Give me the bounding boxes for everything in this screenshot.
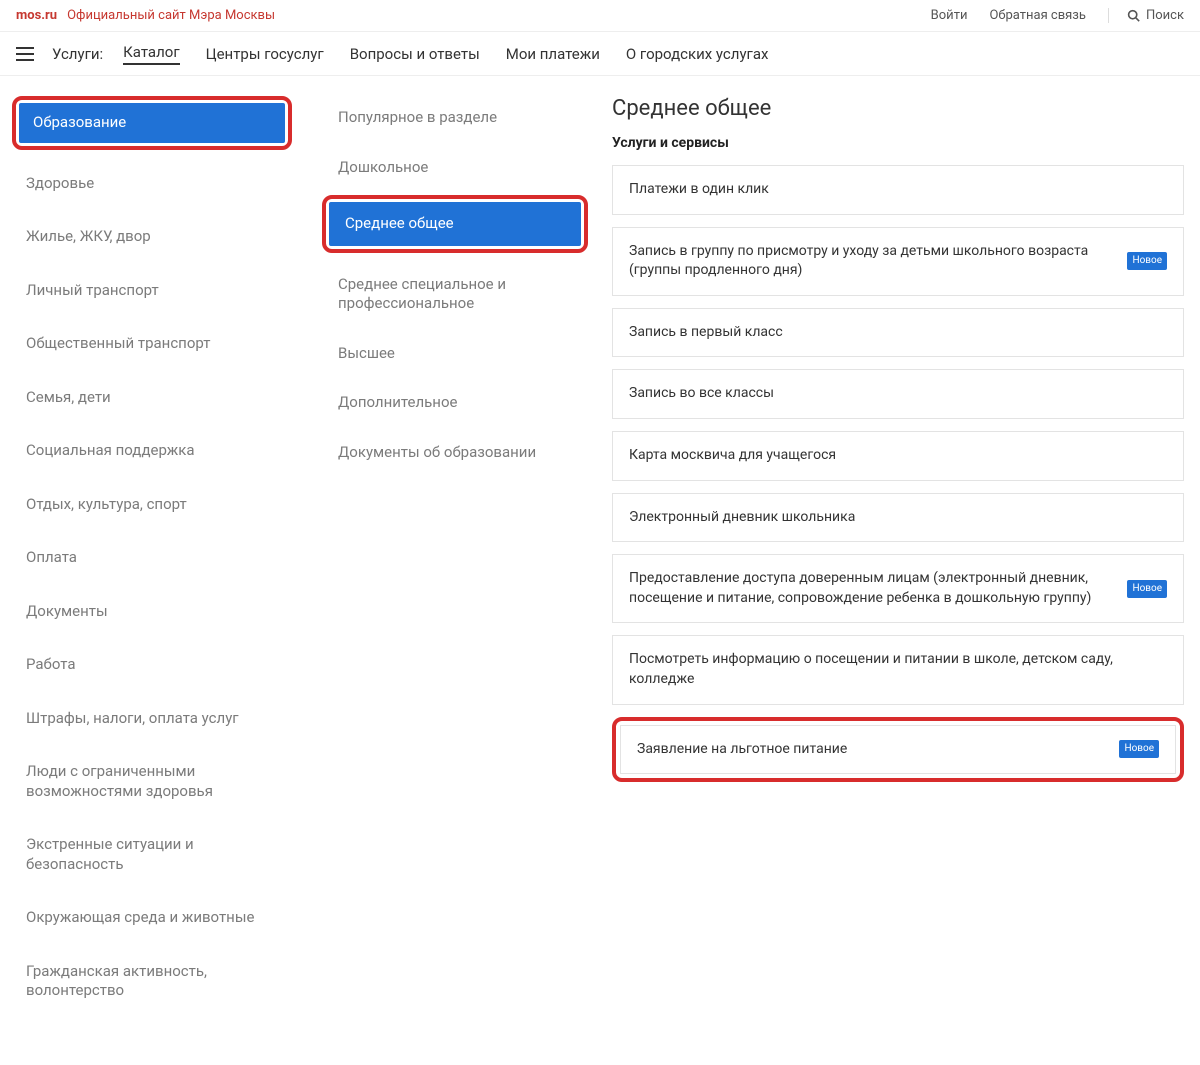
category-item[interactable]: Окружающая среда и животные bbox=[12, 898, 292, 938]
nav-about[interactable]: О городских услугах bbox=[626, 45, 769, 63]
category-item[interactable]: Социальная поддержка bbox=[12, 431, 292, 471]
category-item[interactable]: Оплата bbox=[12, 538, 292, 578]
service-text: Электронный дневник школьника bbox=[629, 508, 1167, 528]
search-label: Поиск bbox=[1146, 8, 1184, 23]
badge-new: Новое bbox=[1127, 580, 1167, 598]
page-title: Среднее общее bbox=[612, 96, 1184, 121]
subcategory-item[interactable]: Дошкольное bbox=[322, 146, 588, 190]
service-card-application[interactable]: Заявление на льготное питание Новое bbox=[620, 725, 1176, 775]
category-item[interactable]: Люди с ограниченными возможностями здоро… bbox=[12, 752, 292, 811]
navbar: Услуги: Каталог Центры госуслуг Вопросы … bbox=[0, 32, 1200, 76]
category-item[interactable]: Работа bbox=[12, 645, 292, 685]
service-text: Платежи в один клик bbox=[629, 180, 1167, 200]
subcategory-item[interactable]: Среднее специальное и профессиональное bbox=[322, 263, 588, 326]
search-button[interactable]: Поиск bbox=[1108, 8, 1184, 23]
subcategory-item[interactable]: Высшее bbox=[322, 332, 588, 376]
nav-payments[interactable]: Мои платежи bbox=[506, 45, 600, 63]
feedback-link[interactable]: Обратная связь bbox=[989, 8, 1086, 23]
category-item[interactable]: Общественный транспорт bbox=[12, 324, 292, 364]
nav-services-label: Услуги: bbox=[52, 45, 103, 63]
subcategory-item[interactable]: Популярное в разделе bbox=[322, 96, 588, 140]
service-card[interactable]: Запись в первый класс bbox=[612, 308, 1184, 358]
service-text: Заявление на льготное питание bbox=[637, 740, 1105, 760]
service-text: Предоставление доступа доверенным лицам … bbox=[629, 569, 1113, 608]
topbar: mos.ru Официальный сайт Мэра Москвы Войт… bbox=[0, 0, 1200, 32]
service-text: Посмотреть информацию о посещении и пита… bbox=[629, 650, 1167, 689]
service-card[interactable]: Предоставление доступа доверенным лицам … bbox=[612, 554, 1184, 623]
service-text: Запись в первый класс bbox=[629, 323, 1167, 343]
category-item[interactable]: Гражданская активность, волонтерство bbox=[12, 952, 292, 1011]
login-link[interactable]: Войти bbox=[931, 8, 968, 23]
badge-new: Новое bbox=[1127, 252, 1167, 270]
badge-new: Новое bbox=[1119, 740, 1159, 758]
subcategory-item[interactable]: Документы об образовании bbox=[322, 431, 588, 475]
section-label: Услуги и сервисы bbox=[612, 135, 1184, 151]
service-card[interactable]: Карта москвича для учащегося bbox=[612, 431, 1184, 481]
service-text: Карта москвича для учащегося bbox=[629, 446, 1167, 466]
category-item[interactable]: Семья, дети bbox=[12, 378, 292, 418]
nav-centers[interactable]: Центры госуслуг bbox=[206, 45, 324, 63]
site-logo[interactable]: mos.ru bbox=[16, 8, 57, 23]
site-description: Официальный сайт Мэра Москвы bbox=[67, 8, 275, 23]
category-item[interactable]: Штрафы, налоги, оплата услуг bbox=[12, 699, 292, 739]
service-card[interactable]: Платежи в один клик bbox=[612, 165, 1184, 215]
subcategory-item[interactable]: Дополнительное bbox=[322, 381, 588, 425]
category-item[interactable]: Личный транспорт bbox=[12, 271, 292, 311]
highlight-category: Образование bbox=[12, 96, 292, 150]
highlight-service: Заявление на льготное питание Новое bbox=[612, 717, 1184, 783]
service-text: Запись во все классы bbox=[629, 384, 1167, 404]
nav-catalog[interactable]: Каталог bbox=[123, 43, 179, 65]
service-card[interactable]: Электронный дневник школьника bbox=[612, 493, 1184, 543]
nav-faq[interactable]: Вопросы и ответы bbox=[350, 45, 480, 63]
service-card[interactable]: Запись во все классы bbox=[612, 369, 1184, 419]
category-item[interactable]: Отдых, культура, спорт bbox=[12, 485, 292, 525]
category-item-education[interactable]: Образование bbox=[19, 103, 285, 143]
content: Образование Здоровье Жилье, ЖКУ, двор Ли… bbox=[0, 76, 1200, 1065]
hamburger-menu[interactable] bbox=[16, 47, 34, 61]
subcategory-item-secondary[interactable]: Среднее общее bbox=[329, 202, 581, 246]
category-item[interactable]: Документы bbox=[12, 592, 292, 632]
service-text: Запись в группу по присмотру и уходу за … bbox=[629, 242, 1113, 281]
highlight-subcategory: Среднее общее bbox=[322, 195, 588, 253]
category-column: Образование Здоровье Жилье, ЖКУ, двор Ли… bbox=[12, 96, 304, 1025]
search-icon bbox=[1127, 9, 1140, 22]
category-item[interactable]: Здоровье bbox=[12, 164, 292, 204]
category-item[interactable]: Экстренные ситуации и безопасность bbox=[12, 825, 292, 884]
service-card[interactable]: Посмотреть информацию о посещении и пита… bbox=[612, 635, 1184, 704]
category-item[interactable]: Жилье, ЖКУ, двор bbox=[12, 217, 292, 257]
subcategory-column: Популярное в разделе Дошкольное Среднее … bbox=[304, 96, 600, 1025]
hamburger-icon bbox=[16, 47, 34, 61]
services-column: Среднее общее Услуги и сервисы Платежи в… bbox=[600, 96, 1184, 1025]
service-card[interactable]: Запись в группу по присмотру и уходу за … bbox=[612, 227, 1184, 296]
